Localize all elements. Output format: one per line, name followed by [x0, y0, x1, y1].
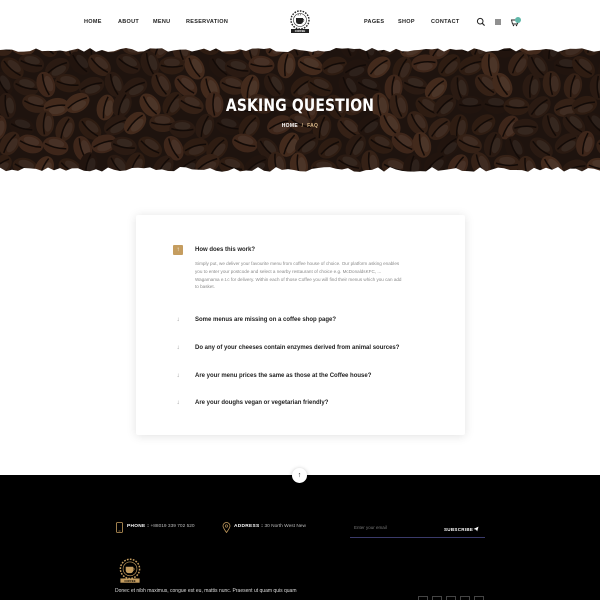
phone-value[interactable]: +88019 339 702 520 [150, 524, 194, 529]
subscribe-button[interactable]: SUBSCRIBE [444, 527, 473, 532]
page-hero: ASKING QUESTION HOME / FAQ [0, 46, 600, 174]
footer-phone: PHONE : +88019 339 702 520 [127, 524, 195, 529]
social-link-icon[interactable] [432, 596, 442, 600]
send-icon[interactable] [473, 526, 479, 532]
location-pin-icon [222, 522, 231, 533]
site-header: HOME ABOUT MENU RESERVATION COFFEE PAGES… [0, 0, 600, 46]
footer-about-text: Donec et nibh maximus, congue est eu, ma… [115, 588, 297, 594]
breadcrumb-current: FAQ [307, 123, 319, 129]
expand-arrow-icon[interactable]: ↓ [173, 315, 183, 325]
nav-about[interactable]: ABOUT [118, 19, 139, 25]
nav-contact[interactable]: CONTACT [431, 19, 460, 25]
social-link-icon[interactable] [446, 596, 456, 600]
nav-home[interactable]: HOME [84, 19, 102, 25]
social-link-icon[interactable] [418, 596, 428, 600]
cart-count-badge [515, 17, 521, 23]
footer-logo[interactable]: COFFEE [114, 557, 146, 585]
site-footer: PHONE : +88019 339 702 520 ADDRESS : 30 … [0, 475, 600, 600]
page-title: ASKING QUESTION [225, 96, 375, 116]
menu-icon[interactable] [493, 17, 503, 27]
social-link-icon[interactable] [460, 596, 470, 600]
nav-reservation[interactable]: RESERVATION [186, 19, 228, 25]
email-input[interactable] [354, 525, 434, 530]
faq-accordion: ↑ How does this work? Simply put, we del… [136, 215, 465, 435]
faq-question[interactable]: How does this work? [195, 247, 255, 253]
breadcrumb-home[interactable]: HOME [282, 123, 298, 129]
footer-address: ADDRESS : 30 North West New [234, 524, 306, 529]
nav-menu[interactable]: MENU [153, 19, 170, 25]
coffee-logo[interactable]: COFFEE [285, 9, 315, 35]
expand-arrow-icon[interactable]: ↓ [173, 343, 183, 353]
faq-question[interactable]: Are your doughs vegan or vegetarian frie… [195, 400, 328, 406]
faq-answer: Simply put, we deliver your favourite me… [195, 261, 402, 290]
phone-label: PHONE : [127, 524, 150, 529]
faq-question[interactable]: Some menus are missing on a coffee shop … [195, 317, 336, 323]
collapse-arrow-icon[interactable]: ↑ [173, 245, 183, 255]
breadcrumb-separator: / [301, 123, 304, 129]
expand-arrow-icon[interactable]: ↓ [173, 371, 183, 381]
breadcrumb: HOME / FAQ [0, 123, 600, 129]
nav-pages[interactable]: PAGES [364, 19, 384, 25]
address-label: ADDRESS : [234, 524, 264, 529]
search-icon[interactable] [476, 17, 486, 27]
expand-arrow-icon[interactable]: ↓ [173, 398, 183, 408]
faq-question[interactable]: Are your menu prices the same as those a… [195, 373, 371, 379]
footer-logo-text: COFFEE [124, 579, 135, 583]
phone-icon [116, 522, 123, 533]
address-value: 30 North West New [264, 524, 306, 529]
logo-text: COFFEE [295, 29, 306, 33]
social-link-icon[interactable] [474, 596, 484, 600]
newsletter-form: SUBSCRIBE [350, 522, 485, 538]
faq-question[interactable]: Do any of your cheeses contain enzymes d… [195, 345, 399, 351]
scroll-to-top-button[interactable]: ↑ [292, 468, 307, 483]
nav-shop[interactable]: SHOP [398, 19, 415, 25]
